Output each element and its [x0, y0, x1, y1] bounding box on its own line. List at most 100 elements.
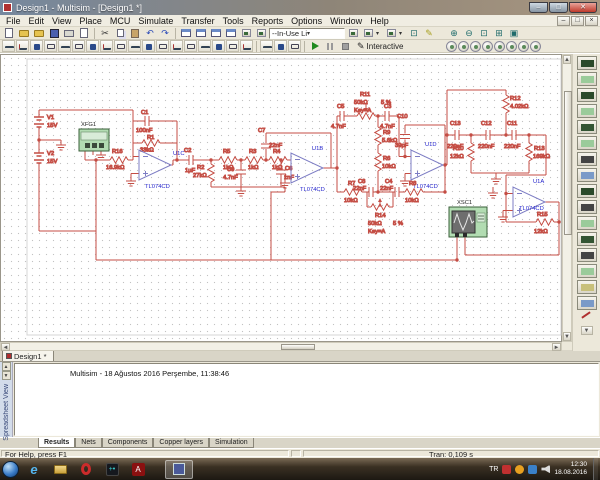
instruments-more-arrow[interactable]: ▼ [581, 326, 593, 335]
place-text-button[interactable] [288, 40, 301, 52]
run-simulation-button[interactable] [308, 40, 322, 52]
component-c9[interactable]: C9 4.7nF [223, 167, 246, 181]
place-mixed-button[interactable] [114, 40, 127, 52]
new-button[interactable] [2, 27, 16, 39]
schematic-canvas[interactable]: V1 15V V2 15V XFG1 R1 [0, 54, 562, 342]
mdi-restore-button[interactable]: □ [571, 16, 584, 26]
component-c10[interactable]: C10 39pF [395, 114, 410, 149]
place-transistor-button[interactable] [44, 40, 57, 52]
instrument-logic-converter-icon[interactable] [577, 184, 597, 198]
zoom-out-button[interactable]: ⊖ [462, 27, 476, 39]
instrument-multimeter-icon[interactable] [577, 56, 597, 70]
instrument-frequency-counter-icon[interactable] [577, 152, 597, 166]
component-c2[interactable]: C2 1µF [184, 148, 196, 174]
menu-place[interactable]: Place [75, 15, 106, 27]
menu-edit[interactable]: Edit [25, 15, 49, 27]
menu-simulate[interactable]: Sim­ulate [134, 15, 177, 27]
stop-simulation-button[interactable] [338, 40, 352, 52]
tray-update-icon[interactable] [515, 465, 524, 474]
place-misc-button[interactable] [156, 40, 169, 52]
place-bus-button[interactable] [274, 40, 287, 52]
tray-language-indicator[interactable]: TR [489, 466, 498, 473]
database-manager-button[interactable] [209, 27, 223, 39]
simulation-error-log-button[interactable] [224, 27, 238, 39]
vertical-scrollbar[interactable]: ▲ ▼ [562, 54, 572, 342]
mdi-minimize-button[interactable]: – [557, 16, 570, 26]
toggle-design-toolbox-button[interactable] [179, 27, 193, 39]
component-c7[interactable]: C7 22nF [258, 128, 283, 149]
place-rf-button[interactable] [184, 40, 197, 52]
ground-symbols[interactable] [56, 145, 508, 222]
tab-simulation[interactable]: Simulation [209, 438, 254, 448]
graph-button[interactable] [361, 27, 375, 39]
print-button[interactable] [62, 27, 76, 39]
component-v2[interactable]: V2 15V [34, 151, 57, 165]
instrument-function-generator-icon[interactable] [577, 72, 597, 86]
tray-volume-icon[interactable] [541, 465, 550, 474]
print-preview-button[interactable] [77, 27, 91, 39]
pause-simulation-button[interactable] [323, 40, 337, 52]
tab-results[interactable]: Results [38, 438, 75, 448]
place-misc-digital-button[interactable] [100, 40, 113, 52]
instrument-distortion-analyzer-icon[interactable] [577, 232, 597, 246]
results-log[interactable]: Multisim - 18 Ağustos 2016 Perşembe, 11:… [14, 363, 599, 436]
instrument-iv-analyzer-icon[interactable] [577, 216, 597, 230]
component-wizard-button[interactable] [346, 27, 360, 39]
grapher-button[interactable] [239, 27, 253, 39]
place-mcu-button[interactable] [240, 40, 253, 52]
component-r15[interactable]: R15 12kΩ [534, 212, 554, 235]
fourier-analysis-button[interactable] [470, 41, 481, 52]
tab-design1[interactable]: Design1 * [2, 350, 54, 361]
component-c4[interactable]: C4 22nF [380, 179, 399, 197]
component-u1c[interactable]: U1C TL074CD [139, 150, 185, 190]
place-source-button[interactable] [2, 40, 15, 52]
component-r13[interactable]: R13 169kΩ [526, 143, 551, 161]
component-r6[interactable]: R6 10kΩ [375, 153, 397, 171]
place-ni-component-button[interactable] [212, 40, 225, 52]
taskbar-ie-icon[interactable]: e [23, 460, 45, 478]
redo-button[interactable]: ↷ [158, 27, 172, 39]
in-use-list-select[interactable]: --In-Use List-- ▾ [269, 28, 345, 39]
instrument-oscilloscope-icon[interactable] [577, 104, 597, 118]
instrument-network-analyzer-icon[interactable] [577, 264, 597, 278]
tab-nets[interactable]: Nets [75, 438, 101, 448]
place-ttl-button[interactable] [72, 40, 85, 52]
menu-file[interactable]: File [2, 15, 25, 27]
place-indicator-button[interactable] [128, 40, 141, 52]
instrument-four-channel-oscilloscope-icon[interactable] [577, 120, 597, 134]
instrument-word-generator-icon[interactable] [577, 168, 597, 182]
horizontal-scroll-thumb[interactable] [281, 344, 315, 350]
scroll-right-arrow[interactable]: ► [552, 343, 561, 351]
instrument-spectrum-analyzer-icon[interactable] [577, 248, 597, 262]
place-advanced-peripherals-button[interactable] [170, 40, 183, 52]
taskbar-opera-icon[interactable] [75, 460, 97, 478]
component-r1[interactable]: R1 33kΩ [140, 135, 160, 154]
component-c5[interactable]: C5 4.7nF [331, 104, 346, 130]
paste-button[interactable] [128, 27, 142, 39]
help-button[interactable]: ✎ [422, 27, 436, 39]
component-xfg1[interactable]: XFG1 [79, 122, 109, 151]
place-wire-button[interactable] [260, 40, 273, 52]
spreadsheet-scroll-down[interactable]: ▼ [2, 371, 11, 380]
menu-view[interactable]: View [48, 15, 75, 27]
taskbar-media-app-icon[interactable]: +• [101, 460, 123, 478]
tray-display-icon[interactable] [528, 465, 537, 474]
place-power-button[interactable] [142, 40, 155, 52]
place-analog-button[interactable] [58, 40, 71, 52]
undo-button[interactable]: ↶ [143, 27, 157, 39]
open-button[interactable] [17, 27, 31, 39]
maximize-button[interactable]: □ [549, 2, 568, 13]
component-u1b[interactable]: U1B TL074CD [291, 146, 325, 193]
open-sample-button[interactable] [32, 27, 46, 39]
minimize-button[interactable]: – [529, 2, 548, 13]
scroll-down-arrow[interactable]: ▼ [563, 332, 571, 341]
menu-options[interactable]: Options [287, 15, 326, 27]
transient-analysis-button[interactable] [458, 41, 469, 52]
instrument-tektronix-oscilloscope-icon[interactable] [577, 296, 597, 310]
menu-mcu[interactable]: MCU [106, 15, 135, 27]
cut-button[interactable]: ✂ [98, 27, 112, 39]
taskbar-clock[interactable]: 12:30 18.08.2016 [554, 461, 589, 477]
instrument-bode-plotter-icon[interactable] [577, 136, 597, 150]
copy-button[interactable] [113, 27, 127, 39]
spreadsheet-scroll-up[interactable]: ▲ [2, 362, 11, 371]
